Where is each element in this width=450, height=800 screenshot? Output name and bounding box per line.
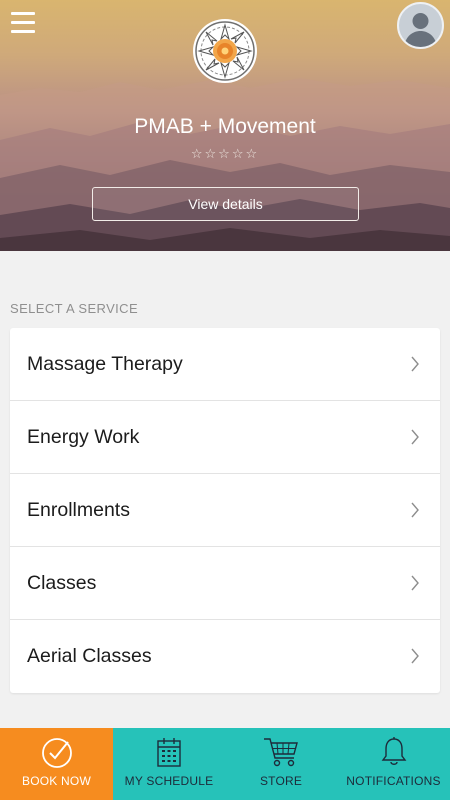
service-item-label: Aerial Classes [27,645,152,667]
nav-label: STORE [259,774,303,788]
nav-label: MY SCHEDULE [124,774,214,788]
rating-stars: ☆☆☆☆☆ [190,146,260,161]
service-list: Massage Therapy Energy Work Enrollments … [10,328,440,693]
service-item-classes[interactable]: Classes [10,547,440,620]
service-item-label: Enrollments [27,498,130,521]
view-details-button[interactable]: View details [92,187,359,221]
chevron-right-icon [411,575,419,591]
hamburger-menu-icon[interactable] [11,12,35,34]
chevron-right-icon [411,648,419,664]
checkmark-circle-icon [41,738,72,768]
service-item-label: Classes [27,571,97,594]
calendar-icon [157,738,181,767]
nav-book-now[interactable]: BOOK NOW [0,728,113,800]
service-item-aerial-classes[interactable]: Aerial Classes [10,620,440,693]
nav-label: NOTIFICATIONS [346,774,441,788]
service-item-energy-work[interactable]: Energy Work [10,401,440,474]
header-banner: PMAB + Movement ☆☆☆☆☆ View details [0,0,450,251]
bottom-nav: BOOK NOW MY SCHEDULE STORE NOTIFICATIONS [0,728,450,800]
mandala-logo [193,19,257,83]
nav-store[interactable]: STORE [225,728,337,800]
nav-my-schedule[interactable]: MY SCHEDULE [113,728,225,800]
service-item-enrollments[interactable]: Enrollments [10,474,440,547]
chevron-right-icon [411,429,419,445]
nav-label: BOOK NOW [22,774,91,788]
service-item-label: Massage Therapy [27,352,183,375]
nav-notifications[interactable]: NOTIFICATIONS [337,728,450,800]
chevron-right-icon [411,502,419,518]
cart-icon [264,738,298,767]
section-label: SELECT A SERVICE [10,301,139,316]
bell-icon [381,737,406,765]
service-item-massage-therapy[interactable]: Massage Therapy [10,328,440,401]
business-name: PMAB + Movement [134,115,316,138]
chevron-right-icon [411,356,419,372]
user-avatar-icon[interactable] [397,2,444,49]
service-item-label: Energy Work [27,425,140,448]
